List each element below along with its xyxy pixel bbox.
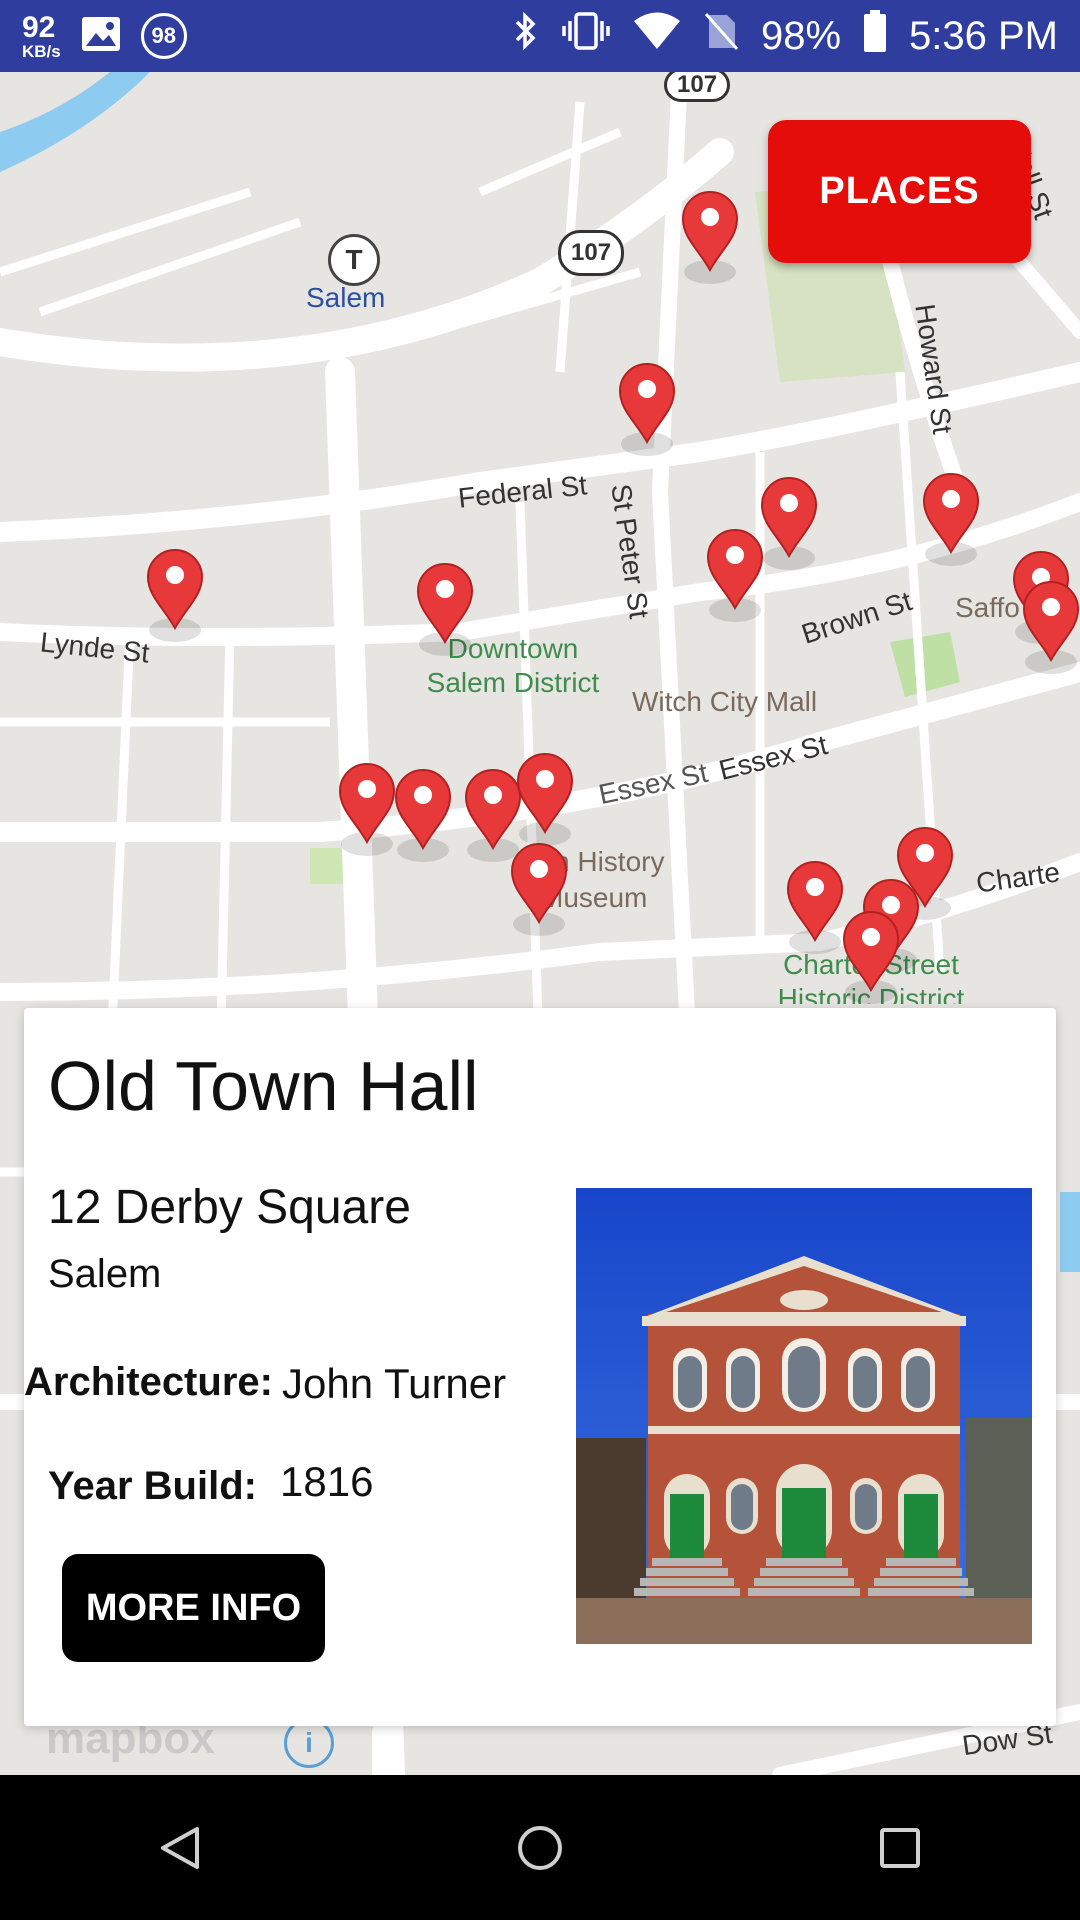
- train-station-icon: T: [328, 234, 380, 286]
- map-marker-pin[interactable]: [786, 860, 844, 960]
- architecture-label: Architecture:: [24, 1360, 273, 1404]
- map-marker-pin[interactable]: [681, 190, 739, 290]
- notification-badge: 98: [140, 13, 187, 59]
- route-107-shield-top: 107: [664, 72, 731, 102]
- year-build-label: Year Build:: [48, 1464, 257, 1508]
- network-speed: 92 KB/s: [22, 10, 61, 61]
- salem-station-label: Salem: [306, 282, 386, 313]
- status-bar: 92 KB/s 98 98% 5:36 PM: [0, 0, 1080, 72]
- place-info-card: Old Town Hall 12 Derby Square Salem Arch…: [24, 1008, 1056, 1726]
- year-build-value: 1816: [280, 1458, 374, 1505]
- battery-percent: 98%: [760, 13, 842, 58]
- speed-unit: KB/s: [22, 41, 61, 61]
- image-icon: [81, 16, 121, 57]
- more-info-button[interactable]: MORE INFO: [62, 1554, 325, 1662]
- map-marker-pin[interactable]: [706, 528, 764, 628]
- place-city: Salem: [48, 1252, 162, 1296]
- map-marker-pin[interactable]: [146, 548, 204, 648]
- map-marker-pin[interactable]: [516, 752, 574, 852]
- places-button[interactable]: PLACES: [768, 120, 1031, 263]
- home-icon[interactable]: [480, 1798, 600, 1898]
- map-marker-pin[interactable]: [922, 472, 980, 572]
- saffo-label: Saffo: [955, 592, 1020, 623]
- vibrate-icon: [561, 11, 611, 61]
- bluetooth-icon: [513, 11, 539, 61]
- wifi-icon: [633, 12, 681, 60]
- map-marker-pin[interactable]: [618, 362, 676, 462]
- map-marker-pin[interactable]: [760, 476, 818, 576]
- clock: 5:36 PM: [909, 13, 1058, 58]
- witch-city-mall-label: Witch City Mall: [632, 686, 818, 717]
- map-marker-pin[interactable]: [1022, 580, 1080, 680]
- recents-icon[interactable]: [840, 1798, 960, 1898]
- battery-icon: [863, 9, 887, 63]
- map-marker-pin[interactable]: [416, 562, 474, 662]
- speed-value: 92: [22, 10, 56, 44]
- map-marker-pin[interactable]: [394, 768, 452, 868]
- route-107-shield: 107: [558, 230, 625, 276]
- system-nav-bar: [0, 1775, 1080, 1920]
- no-sim-icon: [703, 11, 739, 61]
- map-marker-pin[interactable]: [510, 842, 568, 942]
- back-icon[interactable]: [120, 1798, 240, 1898]
- place-address: 12 Derby Square: [48, 1181, 411, 1234]
- map-marker-pin[interactable]: [842, 910, 900, 1010]
- place-photo: [576, 1188, 1032, 1644]
- architecture-value: John Turner: [282, 1360, 507, 1407]
- map-marker-pin[interactable]: [338, 762, 396, 862]
- place-title: Old Town Hall: [48, 1047, 479, 1125]
